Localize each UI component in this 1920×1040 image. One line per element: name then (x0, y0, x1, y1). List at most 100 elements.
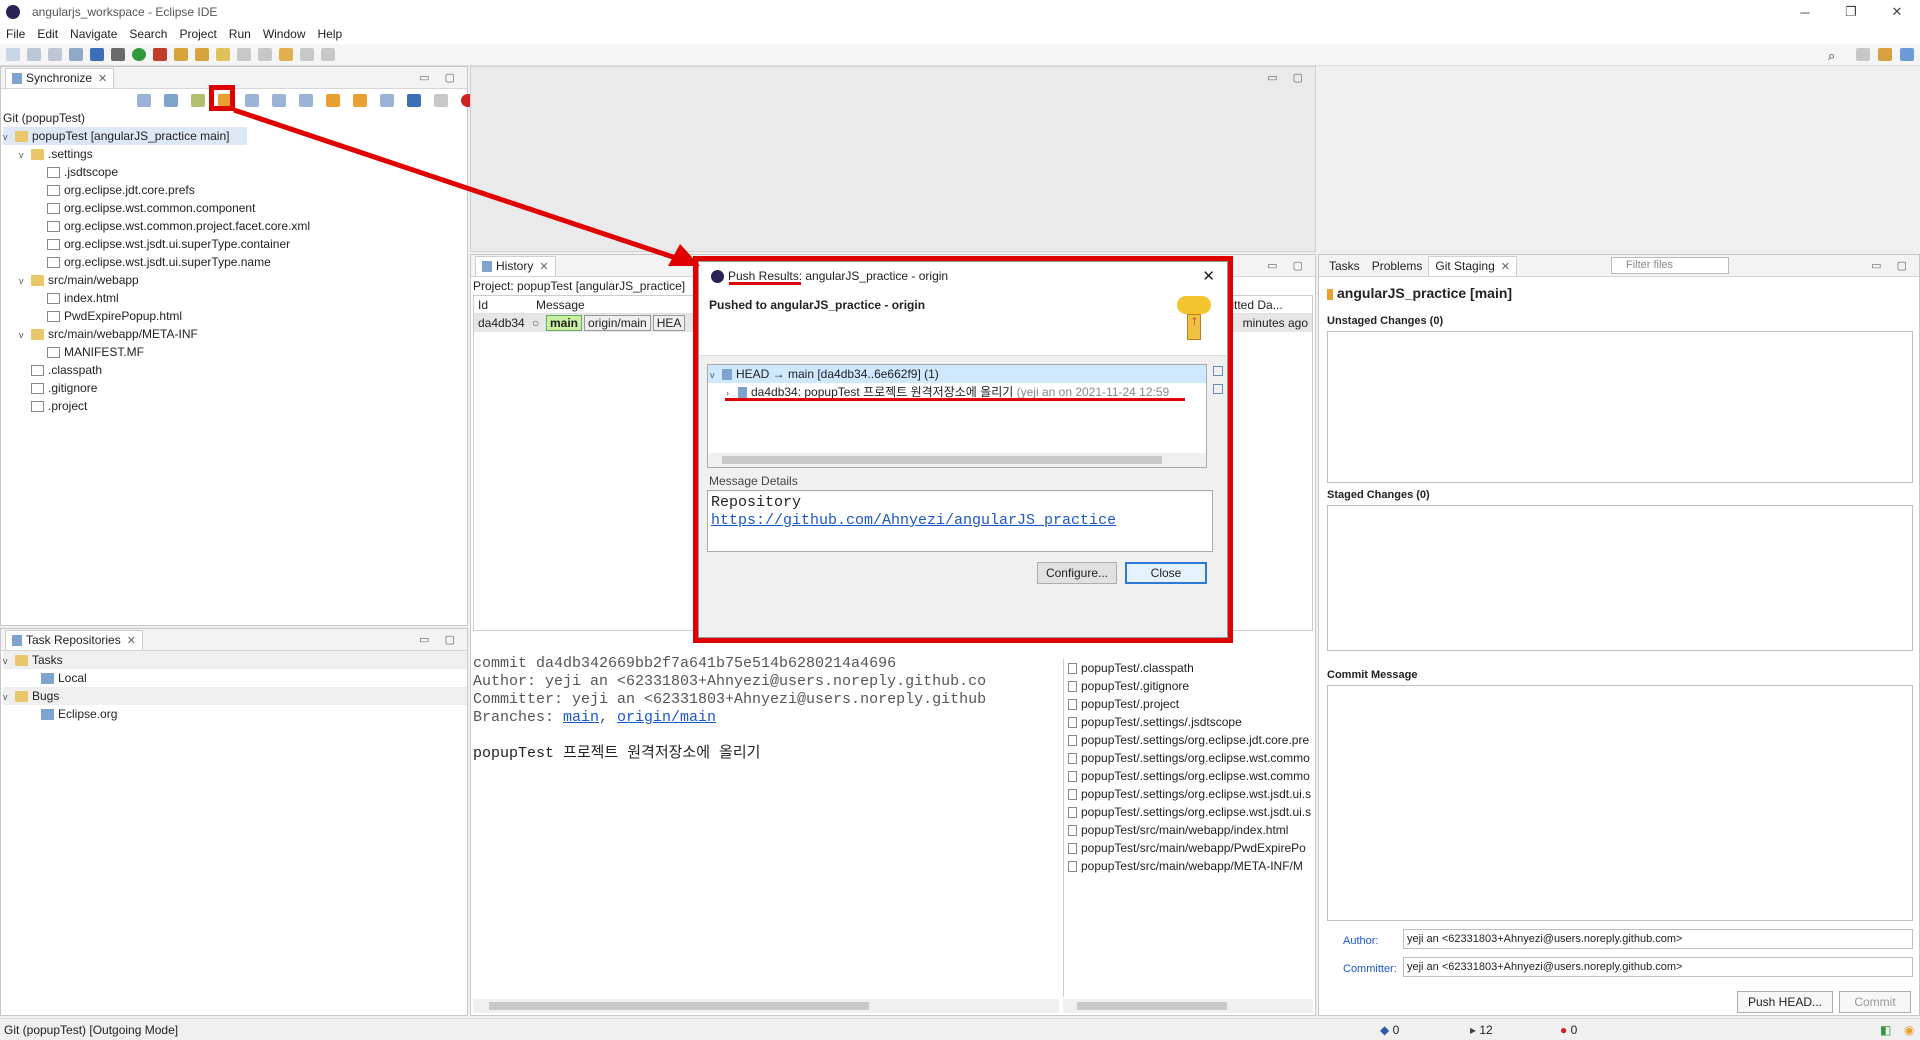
menu-project[interactable]: Project (179, 27, 216, 41)
sync-tree-item[interactable]: v .settings (3, 145, 463, 163)
external-tools-icon[interactable] (153, 48, 167, 61)
sync-tree-item[interactable]: MANIFEST.MF (3, 343, 463, 361)
layout-icon[interactable] (245, 93, 259, 107)
menu-window[interactable]: Window (263, 27, 306, 41)
push-head-button[interactable]: Push HEAD... (1737, 991, 1833, 1013)
file-list-item[interactable]: popupTest/.classpath (1064, 659, 1313, 677)
expand-all-icon[interactable] (272, 93, 286, 107)
files-hscroll[interactable] (1063, 999, 1313, 1013)
run-icon[interactable] (132, 48, 146, 61)
debug-icon[interactable] (111, 48, 125, 61)
previous-difference-icon[interactable] (353, 93, 367, 107)
configure-button[interactable]: Configure... (1037, 562, 1117, 584)
save-icon[interactable] (27, 48, 41, 61)
branch-main-link[interactable]: main (563, 709, 599, 726)
commit-message-input[interactable] (1327, 685, 1913, 921)
unstaged-list[interactable] (1327, 331, 1913, 483)
open-task-icon[interactable] (195, 48, 209, 61)
chevron-down-icon[interactable]: v (19, 146, 31, 164)
chevron-down-icon[interactable]: v (3, 652, 15, 670)
prev-annotation-icon[interactable] (258, 48, 272, 61)
file-list-item[interactable]: popupTest/src/main/webapp/META-INF/M (1064, 857, 1313, 875)
sync-tree-item[interactable]: .gitignore (3, 379, 463, 397)
outgoing-mode-icon[interactable] (407, 93, 421, 107)
open-type-icon[interactable] (174, 48, 188, 61)
terminal-icon[interactable] (90, 48, 104, 61)
search-icon[interactable]: ⌕ (1828, 48, 1835, 64)
minimize-button[interactable]: ─ (1782, 0, 1828, 24)
sync-project-node[interactable]: v popupTest [angularJS_practice main] (3, 127, 247, 145)
open-perspective-icon[interactable] (1856, 48, 1870, 61)
branch-origin-link[interactable]: origin/main (617, 709, 716, 726)
file-list-item[interactable]: popupTest/.settings/org.eclipse.wst.comm… (1064, 767, 1313, 785)
menu-search[interactable]: Search (129, 27, 167, 41)
search-tool-icon[interactable] (216, 48, 230, 61)
repository-link[interactable]: https://github.com/Ahnyezi/angularJS_pra… (711, 512, 1209, 530)
view-minmax-icon[interactable]: ▭ ▢ (1871, 259, 1913, 272)
tab-history[interactable]: History ✕ (475, 255, 556, 276)
chevron-down-icon[interactable]: v (19, 326, 31, 344)
sync-mode-icon[interactable] (137, 93, 151, 107)
collapse-all-icon[interactable] (299, 93, 313, 107)
task-repo-item[interactable]: v Bugs (3, 687, 467, 705)
history-hscroll[interactable] (473, 999, 1059, 1013)
menu-navigate[interactable]: Navigate (70, 27, 117, 41)
import-icon[interactable] (69, 48, 83, 61)
sync-tree-item[interactable]: .project (3, 397, 463, 415)
file-list-item[interactable]: popupTest/.settings/org.eclipse.wst.comm… (1064, 749, 1313, 767)
notification-icon[interactable]: ◧ (1880, 1023, 1891, 1037)
tab-git-staging[interactable]: Git Staging ✕ (1428, 255, 1517, 276)
expand-all-icon[interactable] (1213, 384, 1223, 394)
file-list-item[interactable]: popupTest/.project (1064, 695, 1313, 713)
synchronize-icon[interactable] (164, 93, 178, 107)
file-list-item[interactable]: popupTest/.gitignore (1064, 677, 1313, 695)
git-perspective-icon[interactable] (1900, 48, 1914, 61)
pin-icon[interactable] (321, 48, 335, 61)
both-modes-icon[interactable] (434, 93, 448, 107)
menu-help[interactable]: Help (318, 27, 343, 41)
file-list-item[interactable]: popupTest/.settings/org.eclipse.jdt.core… (1064, 731, 1313, 749)
menu-file[interactable]: File (6, 27, 25, 41)
sync-tree-item[interactable]: PwdExpirePopup.html (3, 307, 463, 325)
tip-icon[interactable]: ◉ (1904, 1023, 1914, 1037)
close-button[interactable]: Close (1125, 562, 1207, 584)
task-repo-item[interactable]: v Tasks (3, 651, 467, 669)
close-icon[interactable]: ✕ (127, 634, 136, 647)
close-icon[interactable]: ✕ (539, 260, 548, 273)
task-repo-item[interactable]: Eclipse.org (3, 705, 467, 723)
next-annotation-icon[interactable] (237, 48, 251, 61)
chevron-down-icon[interactable]: v (710, 366, 722, 384)
sync-tree-item[interactable]: org.eclipse.wst.common.component (3, 199, 463, 217)
filter-files-input[interactable]: Filter files (1610, 257, 1729, 274)
close-icon[interactable]: ✕ (98, 72, 107, 85)
close-window-button[interactable]: ✕ (1874, 0, 1920, 24)
sync-tree-item[interactable]: org.eclipse.wst.jsdt.ui.superType.contai… (3, 235, 463, 253)
view-minmax-icon[interactable]: ▭ ▢ (419, 633, 461, 646)
staged-list[interactable] (1327, 505, 1913, 651)
file-list-item[interactable]: popupTest/.settings/.jsdtscope (1064, 713, 1313, 731)
next-difference-icon[interactable] (326, 93, 340, 107)
sync-tree-item[interactable]: .jsdtscope (3, 163, 463, 181)
commit-button[interactable]: Commit (1839, 991, 1911, 1013)
col-id[interactable]: Id (474, 298, 532, 312)
committer-field[interactable]: yeji an <62331803+Ahnyezi@users.noreply.… (1403, 957, 1913, 977)
file-list-item[interactable]: popupTest/src/main/webapp/index.html (1064, 821, 1313, 839)
collapse-all-icon[interactable] (1213, 366, 1223, 376)
chevron-down-icon[interactable]: v (3, 128, 15, 146)
sync-tree-item[interactable]: v src/main/webapp/META-INF (3, 325, 463, 343)
save-all-icon[interactable] (48, 48, 62, 61)
dialog-close-icon[interactable]: ✕ (1202, 267, 1215, 285)
sync-tree-item[interactable]: org.eclipse.wst.jsdt.ui.superType.name (3, 253, 463, 271)
tab-problems[interactable]: Problems (1365, 255, 1429, 276)
tab-synchronize[interactable]: Synchronize ✕ (5, 67, 115, 88)
file-list-item[interactable]: popupTest/src/main/webapp/PwdExpirePo (1064, 839, 1313, 857)
close-icon[interactable]: ✕ (1501, 260, 1510, 273)
editor-minmax-icon[interactable]: ▭ ▢ (1267, 71, 1309, 84)
back-icon[interactable] (279, 48, 293, 61)
sync-tree-item[interactable]: org.eclipse.wst.common.project.facet.cor… (3, 217, 463, 235)
file-list-item[interactable]: popupTest/.settings/org.eclipse.wst.jsdt… (1064, 785, 1313, 803)
tree-head-node[interactable]: v HEAD → main [da4db34..6e662f9] (1) (708, 365, 1206, 383)
restore-button[interactable]: ❐ (1828, 0, 1874, 24)
menu-run[interactable]: Run (229, 27, 251, 41)
sync-tree-item[interactable]: index.html (3, 289, 463, 307)
